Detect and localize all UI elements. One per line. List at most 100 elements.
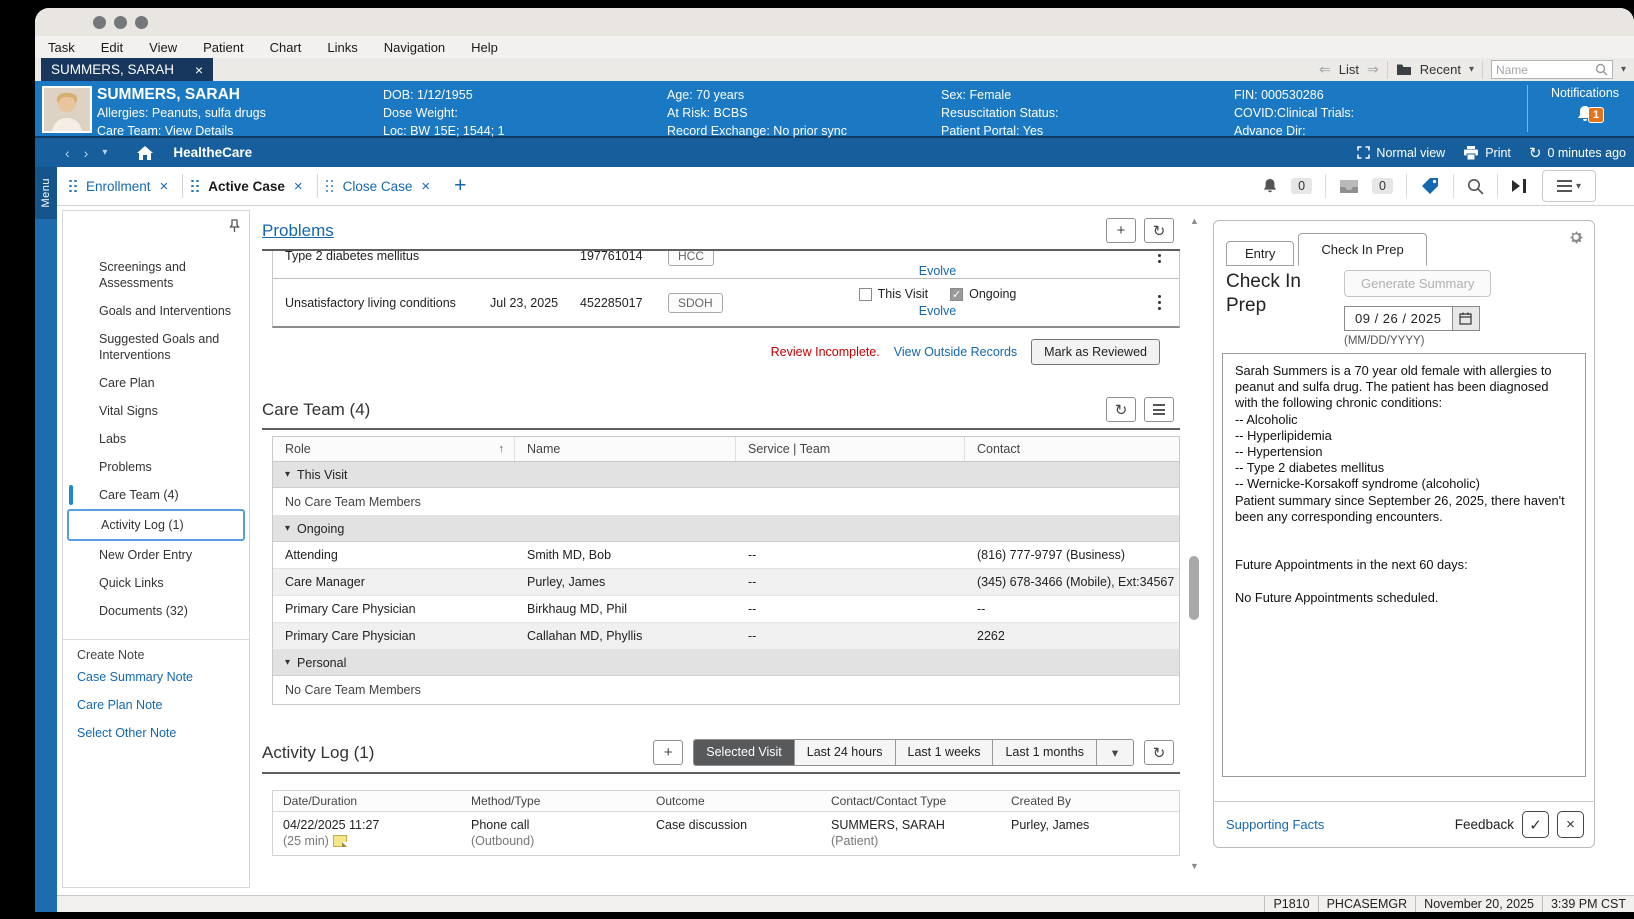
tab-enrollment[interactable]: Enrollment × [61,167,182,205]
problems-refresh-button[interactable]: ↻ [1144,218,1174,243]
refresh-button[interactable]: ↻ 0 minutes ago [1529,144,1626,162]
scroll-up-icon[interactable]: ▲ [1188,216,1201,226]
forward-icon[interactable]: › [84,145,89,161]
sidebar-item-care-team[interactable]: Care Team (4) [63,481,249,509]
sidebar-item-documents[interactable]: Documents (32) [63,597,249,625]
prep-date-input[interactable]: 09 / 26 / 2025 [1344,306,1452,331]
tab-enrollment-close-icon[interactable]: × [160,178,169,195]
care-team-row[interactable]: Primary Care PhysicianCallahan MD, Phyll… [273,623,1179,650]
list-label[interactable]: List [1339,62,1359,77]
sidebar-item-vital-signs[interactable]: Vital Signs [63,397,249,425]
care-team-list-button[interactable] [1144,397,1174,422]
alerts-bell-icon[interactable] [1262,178,1278,195]
col-role[interactable]: Role↑ [273,437,515,461]
menu-chart[interactable]: Chart [270,40,302,55]
recent-caret-icon[interactable]: ▾ [1469,64,1474,75]
view-outside-records-link[interactable]: View Outside Records [894,345,1017,359]
feedback-reject-button[interactable]: × [1557,811,1584,838]
row-menu-icon[interactable] [1139,251,1179,263]
group-this-visit[interactable]: ▾This Visit [273,462,1179,488]
mark-as-reviewed-button[interactable]: Mark as Reviewed [1031,339,1160,365]
care-team-refresh-button[interactable]: ↻ [1106,397,1136,422]
problems-row-clipped[interactable]: Type 2 diabetes mellitus 197761014 HCC E… [273,251,1179,279]
activity-row[interactable]: 04/22/2025 11:27 (25 min) Phone call(Out… [273,812,1179,855]
home-icon[interactable] [137,146,153,160]
care-team-row[interactable]: Care ManagerPurley, James --(345) 678-34… [273,569,1179,596]
activity-add-button[interactable]: + [653,740,683,765]
sidebar-item-activity-log[interactable]: Activity Log (1) [67,509,245,541]
menu-task[interactable]: Task [48,40,75,55]
menu-patient[interactable]: Patient [203,40,243,55]
care-plan-note-link[interactable]: Care Plan Note [63,690,249,718]
tab-entry[interactable]: Entry [1226,241,1294,266]
filter-last-1-weeks[interactable]: Last 1 weeks [896,740,994,765]
patient-search-input[interactable]: Name [1491,60,1613,79]
main-scrollbar[interactable]: ▲ ▼ [1188,216,1201,871]
menu-view[interactable]: View [149,40,177,55]
back-icon[interactable]: ‹ [65,145,70,161]
menu-navigation[interactable]: Navigation [384,40,445,55]
problems-row[interactable]: Unsatisfactory living conditions Jul 23,… [273,279,1179,326]
sidebar-item-care-plan[interactable]: Care Plan [63,369,249,397]
add-tab-button[interactable]: + [454,174,466,198]
window-minimize-button[interactable] [114,16,127,29]
patient-tab-close-icon[interactable]: × [195,62,203,78]
search-icon[interactable] [1467,178,1484,195]
list-back-icon[interactable]: ⇐ [1319,61,1331,78]
normal-view-button[interactable]: Normal view [1357,146,1445,160]
case-summary-note-link[interactable]: Case Summary Note [63,662,249,690]
menu-help[interactable]: Help [471,40,498,55]
window-close-button[interactable] [93,16,106,29]
sidebar-item-new-order-entry[interactable]: New Order Entry [63,541,249,569]
tab-close-case-close-icon[interactable]: × [421,178,430,195]
sidebar-item-screenings-and-assessments[interactable]: Screenings and Assessments [63,253,249,297]
collapse-panel-icon[interactable] [1511,178,1529,194]
col-service-team[interactable]: Service | Team [736,437,965,461]
view-menu-button[interactable]: ▾ [1542,170,1596,202]
note-attachment-icon[interactable] [333,835,347,847]
select-other-note-link[interactable]: Select Other Note [63,718,249,746]
sidebar-item-quick-links[interactable]: Quick Links [63,569,249,597]
menu-vertical-tab[interactable]: Menu [35,167,57,219]
inbox-icon[interactable] [1339,179,1359,194]
tab-active-case[interactable]: Active Case × [183,167,316,205]
pin-icon[interactable] [229,219,240,233]
evolve-link[interactable]: Evolve [919,264,957,278]
list-forward-icon[interactable]: ⇒ [1367,61,1379,78]
col-date-duration[interactable]: Date/Duration [273,794,461,808]
this-visit-checkbox[interactable] [859,288,872,301]
search-options-caret-icon[interactable]: ▾ [1621,64,1626,75]
ongoing-checkbox[interactable]: ✓ [950,288,963,301]
patient-chart-tab[interactable]: SUMMERS, SARAH × [41,58,213,81]
filter-selected-visit[interactable]: Selected Visit [694,740,795,765]
window-controls[interactable] [93,16,148,29]
supporting-facts-link[interactable]: Supporting Facts [1226,817,1324,832]
filter-last-24-hours[interactable]: Last 24 hours [795,740,896,765]
print-button[interactable]: Print [1463,146,1511,160]
sidebar-item-suggested-goals-and-interventions[interactable]: Suggested Goals and Interventions [63,325,249,369]
history-caret-icon[interactable]: ▾ [102,147,107,158]
activity-refresh-button[interactable]: ↻ [1144,740,1174,765]
generate-summary-button[interactable]: Generate Summary [1344,270,1491,297]
group-personal[interactable]: ▾Personal [273,650,1179,676]
col-contact-type[interactable]: Contact/Contact Type [821,794,1001,808]
recent-button[interactable]: Recent [1420,62,1461,77]
group-ongoing[interactable]: ▾Ongoing [273,516,1179,542]
scroll-down-icon[interactable]: ▼ [1188,861,1201,871]
tag-icon[interactable] [1420,177,1440,196]
sidebar-item-goals-and-interventions[interactable]: Goals and Interventions [63,297,249,325]
col-method-type[interactable]: Method/Type [461,794,646,808]
problems-title-link[interactable]: Problems [262,221,334,241]
window-maximize-button[interactable] [135,16,148,29]
feedback-approve-button[interactable]: ✓ [1522,811,1549,838]
col-created-by[interactable]: Created By [1001,794,1179,808]
tab-check-in-prep[interactable]: Check In Prep [1298,233,1426,266]
sidebar-item-labs[interactable]: Labs [63,425,249,453]
problems-add-button[interactable]: + [1106,218,1136,243]
evolve-link[interactable]: Evolve [919,304,957,318]
col-outcome[interactable]: Outcome [646,794,821,808]
row-menu-icon[interactable] [1139,295,1179,310]
calendar-icon[interactable] [1452,306,1480,331]
col-contact[interactable]: Contact [965,437,1179,461]
sidebar-item-problems[interactable]: Problems [63,453,249,481]
